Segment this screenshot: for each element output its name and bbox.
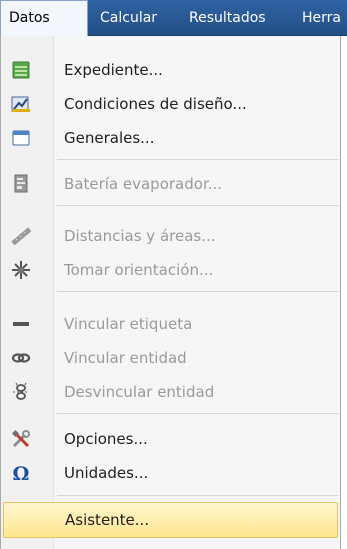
menu-herramientas-label: Herra <box>302 10 341 26</box>
menu-item-label: Desvincular entidad <box>64 383 215 401</box>
menu-item-distancias-areas[interactable]: Distancias y áreas... <box>1 219 340 253</box>
menu-item-asistente[interactable]: Asistente... <box>3 502 338 538</box>
menu-datos[interactable]: Datos <box>0 0 88 37</box>
menu-item-desvincular-entidad[interactable]: Desvincular entidad <box>1 375 340 409</box>
menu-calcular-label: Calcular <box>100 10 158 26</box>
menu-item-vincular-entidad[interactable]: Vincular entidad <box>1 341 340 375</box>
compass-icon <box>11 260 31 280</box>
menu-item-expediente[interactable]: Expediente... <box>1 53 340 87</box>
window-icon <box>11 128 31 148</box>
menu-item-label: Generales... <box>64 129 155 147</box>
menu-item-label: Vincular entidad <box>64 349 187 367</box>
menu-item-label: Distancias y áreas... <box>64 227 216 245</box>
menu-datos-label: Datos <box>9 10 50 26</box>
menu-separator <box>57 413 339 414</box>
menu-separator <box>57 495 339 496</box>
menu-separator <box>57 291 339 292</box>
menu-resultados-label: Resultados <box>189 10 266 26</box>
link-icon <box>11 348 31 368</box>
evaporator-battery-icon <box>11 174 31 194</box>
menu-item-condiciones-diseno[interactable]: Condiciones de diseño... <box>1 87 340 121</box>
menu-separator <box>57 159 339 160</box>
menu-item-label: Expediente... <box>64 61 163 79</box>
menu-item-generales[interactable]: Generales... <box>1 121 340 155</box>
menu-item-label: Batería evaporador... <box>64 175 223 193</box>
menu-item-label: Asistente... <box>65 511 150 529</box>
datos-dropdown-menu: Expediente... Condiciones de diseño... G… <box>0 36 341 549</box>
menu-item-opciones[interactable]: Opciones... <box>1 422 340 456</box>
menu-herramientas[interactable]: Herra <box>302 0 341 36</box>
menu-calcular[interactable]: Calcular <box>100 0 157 36</box>
svg-text:Ω: Ω <box>13 463 30 483</box>
menu-bar: Datos Calcular Resultados Herra <box>0 0 347 37</box>
omega-icon: Ω <box>11 463 31 483</box>
tools-icon <box>11 429 31 449</box>
menu-item-label: Unidades... <box>64 464 149 482</box>
design-conditions-icon <box>11 94 31 114</box>
ruler-icon <box>11 226 31 246</box>
tag-link-icon <box>11 314 31 334</box>
menu-resultados[interactable]: Resultados <box>189 0 266 36</box>
menu-item-label: Tomar orientación... <box>64 261 214 279</box>
menu-item-vincular-etiqueta[interactable]: Vincular etiqueta <box>1 307 340 341</box>
menu-item-label: Vincular etiqueta <box>64 315 193 333</box>
menu-item-bateria-evaporador[interactable]: Batería evaporador... <box>1 167 340 201</box>
menu-item-tomar-orientacion[interactable]: Tomar orientación... <box>1 253 340 287</box>
menu-item-label: Condiciones de diseño... <box>64 95 247 113</box>
expediente-icon <box>11 60 31 80</box>
menu-item-label: Opciones... <box>64 430 148 448</box>
menu-separator <box>57 205 339 206</box>
menu-item-unidades[interactable]: Ω Unidades... <box>1 456 340 490</box>
unlink-icon <box>11 382 31 402</box>
